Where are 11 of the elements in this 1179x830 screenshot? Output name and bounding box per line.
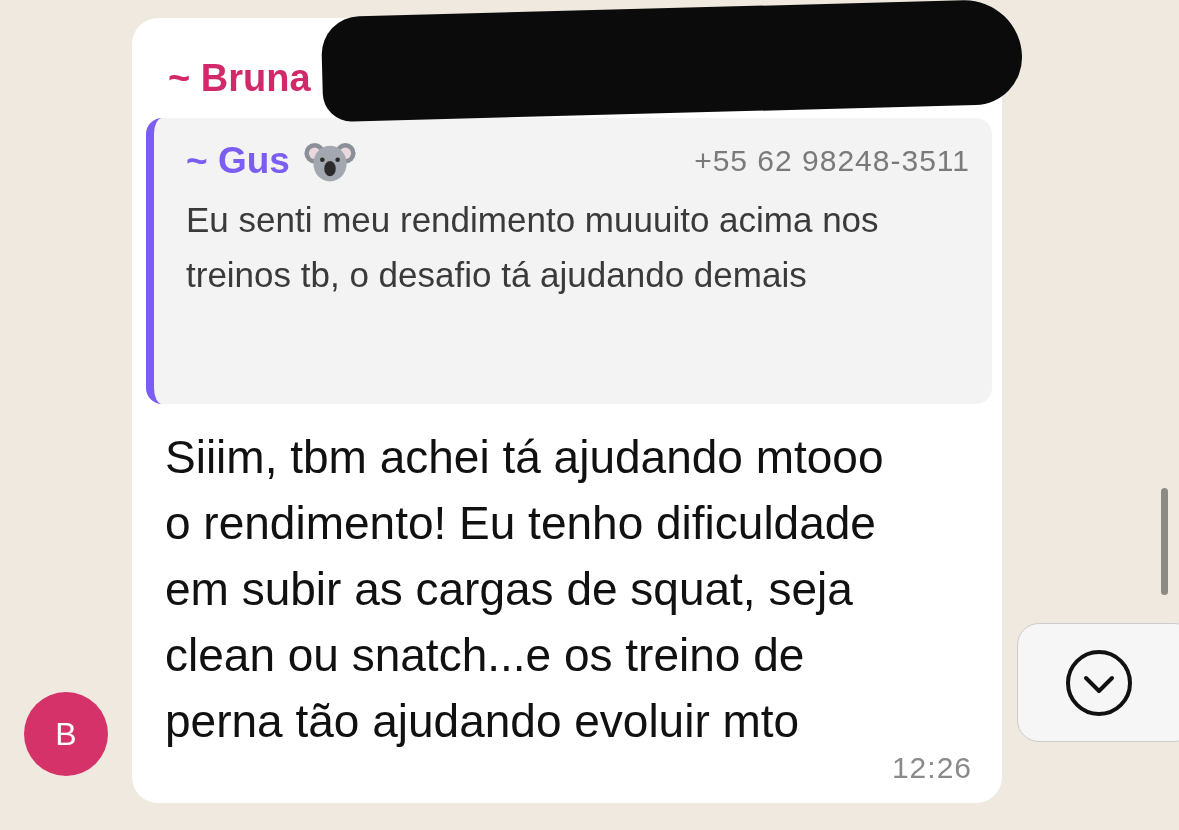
quoted-text: Eu senti meu rendimento muuuito acima nos treinos tb, o desafio tá ajudando demais [186,199,880,296]
quoted-message[interactable]: ~ Gus +55 62 98248-3511 Eu senti meu rendimento muuuito acima nos treinos tb, o desafio tá ajudando demais [146,118,992,404]
scrollbar[interactable] [1161,488,1168,595]
message-time: 12:26 [891,751,972,785]
scroll-down-button[interactable] [1017,623,1179,742]
avatar[interactable]: B [24,692,108,776]
quoted-phone: +55 62 98248-3511 [694,144,970,178]
chevron-down-icon [1064,647,1134,718]
quoted-author: ~ Gus [186,140,290,182]
message-text: Siiim, tbm achei tá ajudando mtooo o rendimento! Eu tenho dificuldade em subir as cargas de squat, seja clean ou snatch...e os treino de perna tão ajudando evoluir mto [164,430,885,749]
sender-name[interactable]: ~ Bruna [168,56,311,100]
